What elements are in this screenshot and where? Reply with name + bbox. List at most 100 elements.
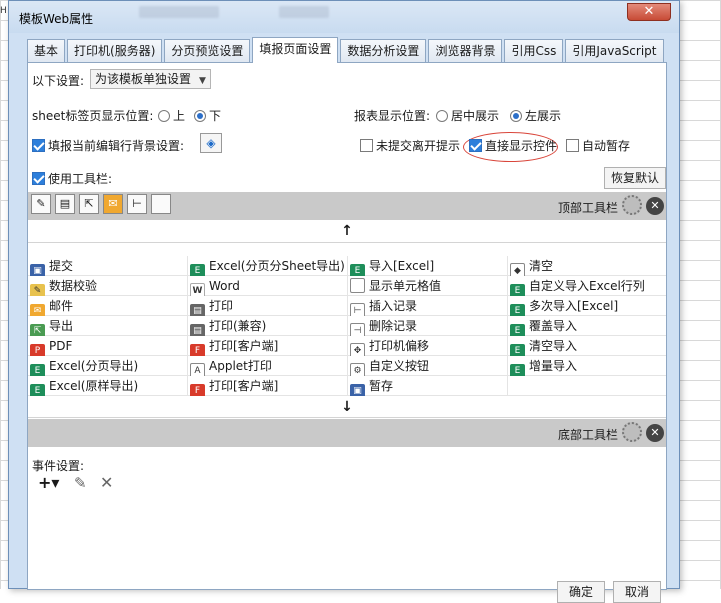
toolbar-items-grid: ▣ 提交 E Excel(分页分Sheet导出) E 导入[Excel] ◆ 清空 ✎ 数… (28, 256, 666, 396)
ok-button[interactable]: 确定 (557, 581, 605, 603)
tool-print-client-2[interactable]: F 打印[客户端] (188, 376, 348, 396)
report-left-label: 左展示 (525, 109, 562, 123)
tool-label: 自定义按钮 (369, 359, 430, 373)
tool-label: 打印[客户端] (209, 339, 279, 353)
tab-reference-javascript[interactable]: 引用JavaScript (565, 39, 664, 63)
tool-export[interactable]: ⇱ 导出 (28, 316, 188, 336)
radio-off-icon (436, 110, 448, 122)
tool-label: 暂存 (369, 379, 394, 393)
tool-excel-sheet-export[interactable]: E Excel(分页分Sheet导出) (188, 256, 348, 276)
tool-excel-original-export[interactable]: E Excel(原样导出) (28, 376, 188, 396)
tool-print-client[interactable]: F 打印[客户端] (188, 336, 348, 356)
tab-pagination-preview[interactable]: 分页预览设置 (164, 39, 251, 63)
tool-data-verify[interactable]: ✎ 数据校验 (28, 276, 188, 296)
tool-print[interactable]: ▤ 打印 (188, 296, 348, 316)
chevron-down-icon: ▼ (199, 76, 206, 86)
tool-incremental-import[interactable]: E 增量导入 (508, 356, 666, 376)
scope-select[interactable]: 为该模板单独设置 ▼ (90, 69, 211, 89)
plugin-icon[interactable]: ⊢ (127, 194, 147, 214)
tool-import-excel[interactable]: E 导入[Excel] (348, 256, 508, 276)
gear-icon[interactable] (622, 422, 642, 442)
tool-label: 清空导入 (529, 339, 578, 353)
tool-label: 导入[Excel] (369, 259, 435, 273)
tab-reference-css[interactable]: 引用Css (504, 39, 564, 63)
sheet-tab-top-radio[interactable]: 上 (158, 107, 185, 124)
auto-save-checkbox[interactable]: 自动暂存 (566, 137, 630, 154)
eraser-icon: ◆ (510, 263, 525, 276)
report-center-radio[interactable]: 居中展示 (436, 107, 499, 124)
pdf-icon: P (30, 344, 45, 356)
paint-bucket-icon[interactable]: ◈ (200, 133, 222, 153)
tab-basic[interactable]: 基本 (27, 39, 66, 63)
tool-mail[interactable]: ✉ 邮件 (28, 296, 188, 316)
mail-icon[interactable]: ✉ (103, 194, 123, 214)
tool-label: 邮件 (49, 299, 74, 313)
unsubmitted-leave-checkbox[interactable]: 未提交离开提示 (360, 137, 460, 154)
add-event-button[interactable]: +▾ (38, 473, 59, 492)
tool-custom-import-excel[interactable]: E 自定义导入Excel行列 (508, 276, 666, 296)
tool-word[interactable]: W Word (188, 276, 348, 296)
gear-icon[interactable] (622, 195, 642, 215)
fill-page-settings-panel: 以下设置: 为该模板单独设置 ▼ sheet标签页显示位置: 上 下 报表显示位置… (27, 62, 667, 590)
excel-icon: E (510, 304, 525, 316)
tool-insert-record[interactable]: ⊢ 插入记录 (348, 296, 508, 316)
scope-select-value: 为该模板单独设置 (95, 72, 192, 86)
tool-multi-import-excel[interactable]: E 多次导入[Excel] (508, 296, 666, 316)
scope-label: 以下设置: (32, 74, 85, 88)
divider (28, 417, 666, 418)
tool-clear-import[interactable]: E 清空导入 (508, 336, 666, 356)
edit-icon[interactable]: ✎ (74, 474, 87, 492)
title-bar[interactable]: 模板Web属性 ✕ (9, 1, 679, 33)
close-icon[interactable]: ✕ (646, 424, 664, 442)
tool-applet-print[interactable]: A Applet打印 (188, 356, 348, 376)
window-title: 模板Web属性 (19, 12, 94, 26)
delete-icon[interactable]: ✕ (100, 473, 113, 492)
direct-show-control-checkbox[interactable]: 直接显示控件 (469, 137, 557, 154)
move-down-arrow[interactable]: ↓ (28, 399, 666, 415)
sheet-tab-bottom-radio[interactable]: 下 (194, 107, 221, 124)
tool-label: 提交 (49, 259, 74, 273)
excel-icon: E (350, 264, 365, 276)
fill-bg-checkbox[interactable]: 填报当前编辑行背景设置: (32, 137, 184, 154)
tool-label: 显示单元格值 (369, 279, 442, 293)
tool-label: 导出 (49, 319, 74, 333)
tool-excel-page-export[interactable]: E Excel(分页导出) (28, 356, 188, 376)
tool-print-compatible[interactable]: ▤ 打印(兼容) (188, 316, 348, 336)
checkbox-checked-icon (32, 139, 45, 152)
print-icon[interactable]: ▤ (55, 194, 75, 214)
pencil-icon[interactable]: ✎ (31, 194, 51, 214)
tool-delete-record[interactable]: ⊣ 删除记录 (348, 316, 508, 336)
tab-fill-page-settings[interactable]: 填报页面设置 (252, 37, 339, 63)
tab-browser-background[interactable]: 浏览器背景 (428, 39, 503, 63)
sheet-tab-top-label: 上 (173, 109, 186, 123)
close-button[interactable]: ✕ (627, 3, 671, 21)
export-icon[interactable]: ⇱ (79, 194, 99, 214)
save-icon: ▣ (30, 264, 45, 276)
tab-printer-server[interactable]: 打印机(服务器) (67, 39, 163, 63)
restore-default-button[interactable]: 恢复默认 (604, 167, 666, 189)
insert-icon: ⊢ (350, 303, 365, 316)
tool-submit[interactable]: ▣ 提交 (28, 256, 188, 276)
cancel-button[interactable]: 取消 (613, 581, 661, 603)
use-toolbar-checkbox[interactable]: 使用工具栏: (32, 170, 112, 187)
tool-label: Applet打印 (209, 359, 272, 373)
blank-icon[interactable] (151, 194, 171, 214)
tool-temp-save[interactable]: ▣ 暂存 (348, 376, 508, 396)
report-left-radio[interactable]: 左展示 (510, 107, 561, 124)
table-row: ▣ 提交 E Excel(分页分Sheet导出) E 导入[Excel] ◆ 清空 (28, 256, 666, 276)
tool-show-cell-value[interactable]: 显示单元格值 (348, 276, 508, 296)
tool-label: 删除记录 (369, 319, 418, 333)
tool-pdf[interactable]: P PDF (28, 336, 188, 356)
top-toolbar-label: 顶部工具栏 (557, 201, 618, 215)
table-row: E Excel(原样导出) F 打印[客户端] ▣ 暂存 (28, 376, 666, 396)
tool-printer-offset[interactable]: ✥ 打印机偏移 (348, 336, 508, 356)
tab-data-analysis[interactable]: 数据分析设置 (340, 39, 427, 63)
tool-clear[interactable]: ◆ 清空 (508, 256, 666, 276)
tool-custom-button[interactable]: ⚙ 自定义按钮 (348, 356, 508, 376)
tool-overwrite-import[interactable]: E 覆盖导入 (508, 316, 666, 336)
move-up-arrow[interactable]: ↑ (28, 223, 666, 239)
close-icon[interactable]: ✕ (646, 197, 664, 215)
tool-label: 打印机偏移 (369, 339, 430, 353)
report-center-label: 居中展示 (451, 109, 500, 123)
tool-label: 自定义导入Excel行列 (529, 279, 645, 293)
